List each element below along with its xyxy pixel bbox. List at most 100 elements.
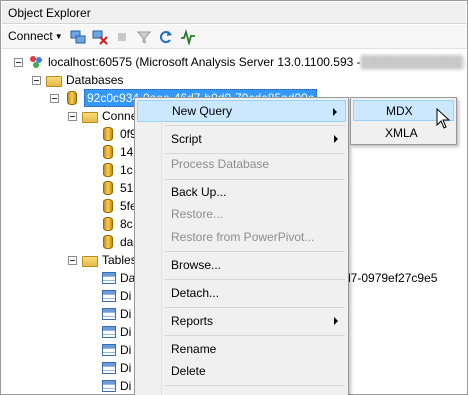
menu-item-label: Reports <box>171 314 214 328</box>
table-icon <box>102 272 116 284</box>
server-label: localhost:60575 (Microsoft Analysis Serv… <box>48 55 361 69</box>
menu-separator <box>165 125 345 126</box>
chevron-down-icon: ▼ <box>54 32 63 41</box>
data-source-icon <box>103 181 113 195</box>
submenu-arrow-icon <box>334 317 338 325</box>
folder-icon <box>82 256 98 267</box>
menu-item-browse[interactable]: Browse... <box>137 254 346 276</box>
collapse-toggle[interactable] <box>68 255 77 265</box>
table-label: Di <box>120 289 132 303</box>
folder-icon <box>46 76 62 87</box>
collapse-toggle[interactable] <box>68 111 77 121</box>
connect-object-explorer-icon[interactable] <box>70 29 86 45</box>
tree-node-connection[interactable]: 1c <box>100 160 133 180</box>
connection-label: 8c <box>120 217 133 231</box>
tree-node-table[interactable]: Di <box>102 322 131 342</box>
collapse-toggle[interactable] <box>50 93 59 103</box>
menu-separator <box>165 335 345 336</box>
connect-button[interactable]: Connect ▼ <box>8 29 63 43</box>
menu-item-label: Back Up... <box>171 185 227 199</box>
tree-node-server[interactable]: localhost:60575 (Microsoft Analysis Serv… <box>14 52 466 72</box>
table-icon <box>102 290 116 302</box>
connection-label: 1c <box>120 163 133 177</box>
menu-item-back-up[interactable]: Back Up... <box>137 181 346 203</box>
submenu-item-label: XMLA <box>385 125 418 140</box>
menu-separator <box>165 385 345 386</box>
tree-node-connection[interactable]: 0f9 <box>100 124 137 144</box>
tree-node-table[interactable]: Di <box>102 376 131 394</box>
connection-label: 14 <box>120 145 134 159</box>
submenu-item-label: MDX <box>386 103 413 118</box>
menu-item-detach[interactable]: Detach... <box>137 282 346 304</box>
menu-separator <box>165 307 345 308</box>
tree-node-connection[interactable]: 14 <box>100 142 133 162</box>
menu-item-rename[interactable]: Rename <box>137 338 346 360</box>
truncated-guid-text: d7-0979ef27c9e5 <box>344 268 437 288</box>
menu-item-script[interactable]: Script <box>137 128 346 150</box>
toolbar: Connect ▼ <box>2 25 466 49</box>
collapse-toggle[interactable] <box>14 57 23 67</box>
table-icon <box>102 362 116 374</box>
tree-node-databases[interactable]: Databases <box>32 70 123 90</box>
table-icon <box>102 326 116 338</box>
redacted-server-name: ████████████) <box>360 55 466 69</box>
tables-label: Tables <box>102 253 137 267</box>
tree-node-connections[interactable]: Conne <box>68 106 137 126</box>
refresh-icon[interactable] <box>158 29 174 45</box>
tree-node-table[interactable]: Di <box>102 340 131 360</box>
menu-item-delete[interactable]: Delete <box>137 360 346 382</box>
truncated-guid-label: d7-0979ef27c9e5 <box>344 271 438 285</box>
data-source-icon <box>103 235 113 249</box>
submenu-arrow-icon <box>334 135 338 143</box>
connection-label: da <box>120 235 134 249</box>
menu-item-new-query[interactable]: New Query <box>137 100 346 122</box>
menu-item-label: Browse... <box>171 258 222 272</box>
table-label: Di <box>120 343 132 357</box>
menu-item-label: Script <box>171 132 202 146</box>
tree-node-connection[interactable]: 8c <box>100 214 133 234</box>
table-label: Di <box>120 379 132 393</box>
tree-node-table[interactable]: Di <box>102 304 131 324</box>
menu-item-restore: Restore... <box>137 203 346 225</box>
tree-node-table[interactable]: Da <box>102 268 135 288</box>
analysis-server-icon <box>30 56 42 68</box>
menu-item-label: Detach... <box>171 286 220 300</box>
menu-item-label: Restore from PowerPivot... <box>171 230 315 244</box>
databases-label: Databases <box>66 73 124 87</box>
menu-item-process-database: Process Database <box>137 153 346 175</box>
stop-icon[interactable] <box>114 29 130 45</box>
window-title: Object Explorer <box>8 6 91 20</box>
tree-node-connection[interactable]: 51 <box>100 178 133 198</box>
tree-node-connection[interactable]: 5fe <box>100 196 137 216</box>
collapse-toggle[interactable] <box>32 75 41 85</box>
tree-node-table[interactable]: Di <box>102 286 131 306</box>
menu-item-label: Rename <box>171 342 217 356</box>
table-icon <box>102 380 116 392</box>
activity-monitor-icon[interactable] <box>180 29 196 45</box>
title-bar: Object Explorer <box>2 2 466 24</box>
table-icon <box>102 344 116 356</box>
tree-node-table[interactable]: Di <box>102 358 131 378</box>
data-source-icon <box>103 145 113 159</box>
tree-node-tables[interactable]: Tables <box>68 250 137 270</box>
data-source-icon <box>103 199 113 213</box>
database-icon <box>67 91 77 105</box>
data-source-icon <box>103 217 113 231</box>
connection-label: 51 <box>120 181 134 195</box>
connections-label: Conne <box>102 109 138 123</box>
tree-node-connection[interactable]: da <box>100 232 133 252</box>
menu-item-label: Restore... <box>171 207 224 221</box>
context-menu: New Query Script Process Database Back U… <box>134 97 349 395</box>
menu-item-label: Process Database <box>171 157 270 171</box>
menu-separator <box>165 179 345 180</box>
table-label: Di <box>120 307 132 321</box>
menu-item-reports[interactable]: Reports <box>137 310 346 332</box>
menu-separator <box>165 279 345 280</box>
disconnect-icon[interactable] <box>92 29 108 45</box>
folder-icon <box>82 112 98 123</box>
mouse-cursor-icon <box>436 108 451 129</box>
connect-label: Connect <box>8 29 53 43</box>
menu-item-label: Delete <box>171 364 206 378</box>
menu-separator <box>165 251 345 252</box>
filter-icon[interactable] <box>136 29 152 45</box>
